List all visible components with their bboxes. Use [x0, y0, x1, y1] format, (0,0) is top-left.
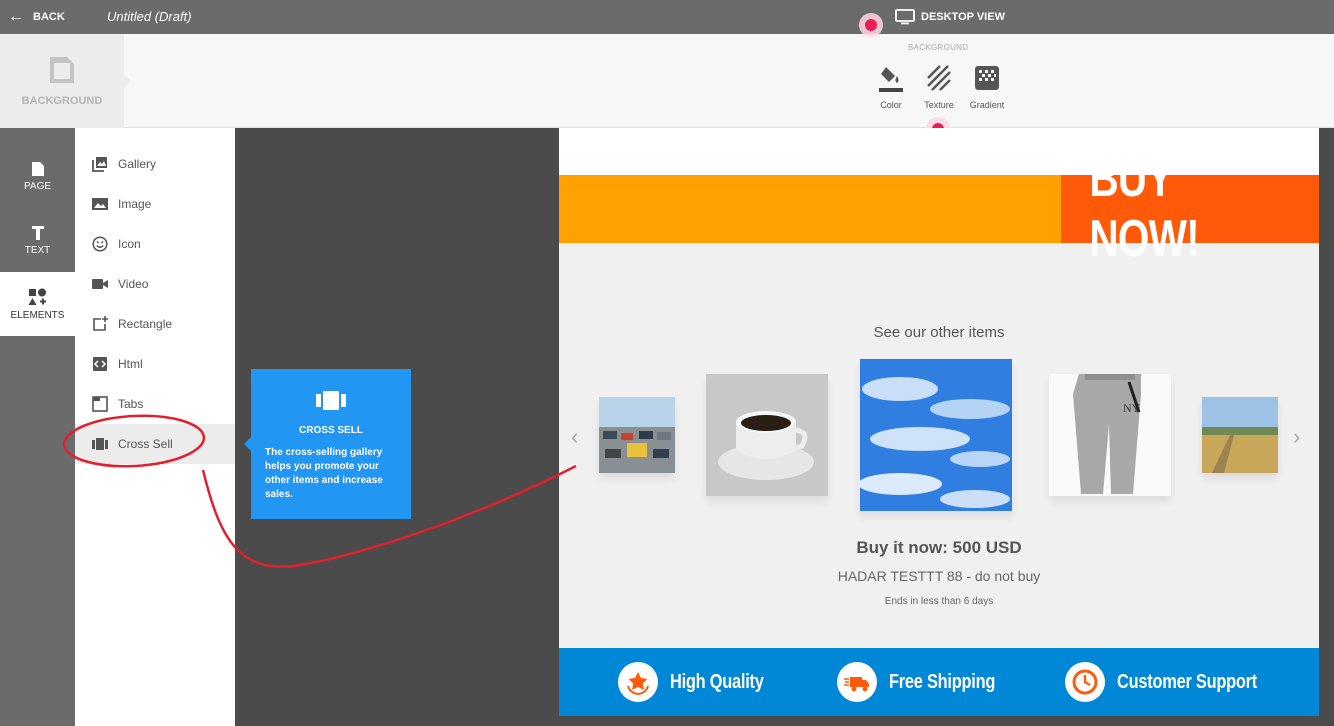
code-icon — [93, 357, 107, 371]
feature-free-shipping: Free Shipping — [837, 662, 1018, 702]
view-label: DESKTOP VIEW — [921, 11, 1005, 23]
element-gallery[interactable]: Gallery — [75, 144, 235, 184]
text-icon — [31, 225, 44, 240]
gallery-item[interactable] — [706, 374, 828, 496]
image-icon — [92, 198, 108, 210]
sweatpants-photo-image: NY — [1049, 374, 1171, 496]
element-html[interactable]: Html — [75, 344, 235, 384]
page-canvas[interactable]: BUY NOW! See our other items ‹ › NY Buy … — [559, 128, 1319, 716]
element-label: Video — [118, 277, 149, 291]
video-camera-icon — [92, 279, 108, 289]
rail-item-label: PAGE — [23, 180, 52, 192]
hotspot-marker — [859, 13, 883, 37]
gallery-icon — [92, 157, 107, 172]
ends-in-text: Ends in less than 6 days — [884, 596, 994, 607]
buy-now-label: BUY NOW! — [1089, 150, 1199, 268]
elements-panel: Gallery Image Icon Video Rectangle Html … — [75, 128, 235, 726]
rail-item-page[interactable]: PAGE — [0, 144, 75, 208]
gallery-item[interactable]: NY — [1049, 374, 1171, 496]
cars-photo-image — [599, 397, 675, 473]
tooltip-title: CROSS SELL — [299, 425, 363, 436]
texture-tool-label: Texture — [924, 100, 954, 110]
rail-item-label: TEXT — [24, 244, 51, 256]
field-photo-image — [1202, 397, 1278, 473]
coffee-cup-photo-image — [706, 374, 828, 496]
clock-icon — [1072, 669, 1098, 695]
element-label: Cross Sell — [118, 437, 173, 451]
element-label: Tabs — [118, 397, 144, 411]
svg-text:NY: NY — [1123, 401, 1141, 415]
features-band: High Quality Free Shipping Customer Supp… — [559, 648, 1319, 716]
element-icon[interactable]: Icon — [75, 224, 235, 264]
element-cross-sell[interactable]: Cross Sell — [75, 424, 235, 464]
left-rail: PAGE TEXT ELEMENTS — [0, 128, 75, 726]
carousel-icon — [92, 438, 108, 450]
background-toolbar: BACKGROUND BACKGROUND Color Texture Grad… — [0, 34, 1334, 128]
buy-now-button[interactable]: BUY NOW! — [1061, 150, 1319, 268]
gallery-next-arrow[interactable]: › — [1293, 424, 1300, 450]
rail-item-text[interactable]: TEXT — [0, 208, 75, 272]
element-video[interactable]: Video — [75, 264, 235, 304]
gallery-item[interactable] — [860, 359, 1012, 511]
background-heading: BACKGROUND — [908, 43, 969, 52]
gradient-icon — [975, 66, 999, 90]
feature-high-quality: High Quality — [618, 662, 784, 702]
element-label: Rectangle — [118, 317, 173, 331]
cross-sell-tooltip: CROSS SELL The cross-selling gallery hel… — [244, 369, 411, 519]
back-button[interactable]: ← BACK — [8, 0, 65, 34]
monitor-icon — [895, 9, 915, 25]
color-tool-label: Color — [880, 100, 902, 110]
rectangle-add-icon — [93, 316, 108, 331]
desktop-view-button[interactable]: DESKTOP VIEW — [895, 0, 1005, 34]
paint-bucket-icon — [879, 67, 903, 92]
element-label: Html — [118, 357, 143, 371]
element-rectangle[interactable]: Rectangle — [75, 304, 235, 344]
gradient-tool-button[interactable]: Gradient — [963, 64, 1011, 110]
feature-label: High Quality — [670, 670, 764, 693]
carousel-icon — [316, 391, 346, 410]
smiley-icon — [92, 236, 108, 252]
price-text: Buy it now: 500 USD — [856, 538, 1022, 557]
sky-photo-image — [860, 359, 1012, 511]
fast-truck-icon — [844, 677, 869, 692]
gallery-item[interactable] — [1202, 397, 1278, 473]
promo-banner[interactable]: BUY NOW! — [559, 150, 1319, 268]
color-tool-button[interactable]: Color — [867, 64, 915, 110]
top-bar: ← BACK Untitled (Draft) DESKTOP VIEW — [0, 0, 1334, 34]
product-name: HADAR TESTTT 88 - do not buy — [837, 568, 1041, 584]
element-label: Icon — [118, 237, 141, 251]
document-icon — [50, 57, 74, 83]
tabs-icon — [92, 396, 108, 412]
page-icon — [31, 161, 44, 176]
gradient-tool-label: Gradient — [969, 100, 1005, 110]
texture-tool-button[interactable]: Texture — [915, 64, 963, 110]
element-label: Gallery — [118, 157, 157, 171]
background-tab[interactable]: BACKGROUND — [0, 34, 131, 128]
element-label: Image — [118, 197, 152, 211]
tooltip-text: The cross-selling gallery helps you prom… — [265, 447, 383, 500]
gallery-item[interactable] — [599, 397, 675, 473]
gallery-heading: See our other items — [873, 324, 1005, 341]
back-label: BACK — [33, 11, 65, 23]
rail-item-label: ELEMENTS — [10, 309, 65, 321]
rail-item-elements[interactable]: ELEMENTS — [0, 272, 75, 336]
feature-customer-support: Customer Support — [1065, 662, 1288, 702]
feature-label: Free Shipping — [889, 670, 996, 693]
gallery-prev-arrow[interactable]: ‹ — [571, 424, 578, 450]
element-image[interactable]: Image — [75, 184, 235, 224]
shapes-icon — [28, 288, 46, 305]
feature-label: Customer Support — [1117, 670, 1258, 693]
arrow-left-icon: ← — [8, 8, 24, 25]
texture-stripes-icon — [927, 65, 951, 91]
element-tabs[interactable]: Tabs — [75, 384, 235, 424]
document-title: Untitled (Draft) — [107, 9, 192, 24]
background-tab-label: BACKGROUND — [21, 95, 103, 107]
medal-star-icon — [627, 672, 649, 696]
